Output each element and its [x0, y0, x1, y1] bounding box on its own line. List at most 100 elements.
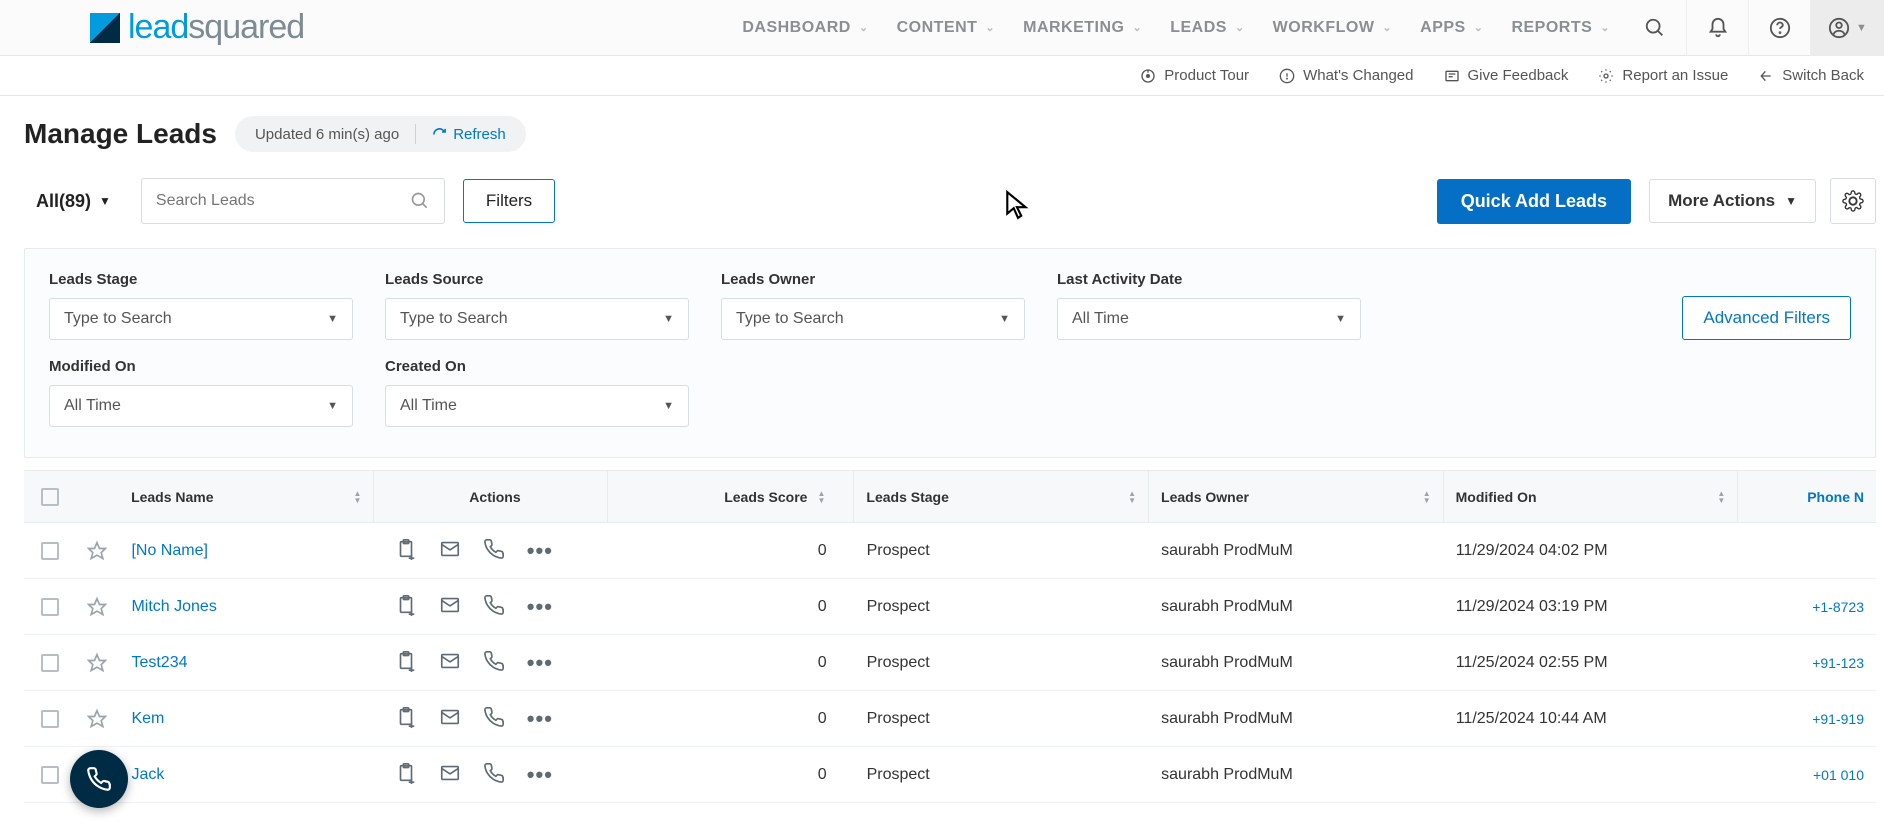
chevron-down-icon: ⌄: [1600, 21, 1610, 34]
refresh-button[interactable]: Refresh: [432, 126, 506, 143]
filter-select[interactable]: All Time▼: [1057, 298, 1361, 340]
lead-stage: Prospect: [855, 654, 1150, 672]
subbar-give-feedback[interactable]: Give Feedback: [1444, 67, 1569, 84]
mail-icon[interactable]: [439, 706, 461, 731]
lead-name-link[interactable]: Mitch Jones: [119, 598, 374, 616]
star-icon[interactable]: [75, 708, 119, 730]
col-leads-owner[interactable]: Leads Owner▲▼: [1149, 471, 1444, 523]
subbar-product-tour[interactable]: Product Tour: [1140, 67, 1249, 84]
col-phone[interactable]: Phone N: [1738, 489, 1876, 505]
chevron-down-icon: ▼: [663, 313, 674, 325]
lead-owner: saurabh ProdMuM: [1149, 654, 1444, 672]
filter-select[interactable]: Type to Search▼: [49, 298, 353, 340]
lead-score: 0: [609, 598, 855, 616]
row-checkbox[interactable]: [41, 654, 59, 672]
lead-stage: Prospect: [855, 766, 1150, 784]
chevron-down-icon: ▼: [1856, 22, 1867, 34]
subbar-what-s-changed[interactable]: What's Changed: [1279, 67, 1413, 84]
lead-name-link[interactable]: [No Name]: [119, 542, 374, 560]
star-icon[interactable]: [75, 540, 119, 562]
row-checkbox[interactable]: [41, 598, 59, 616]
chevron-down-icon: ⌄: [1382, 21, 1392, 34]
lead-name-link[interactable]: Jack: [119, 766, 374, 784]
nav-leads[interactable]: LEADS⌄: [1156, 0, 1258, 56]
filter-leads-owner: Leads OwnerType to Search▼: [721, 271, 1025, 340]
lead-score: 0: [609, 766, 855, 784]
lead-phone[interactable]: +01 010: [1738, 767, 1876, 783]
filter-select[interactable]: Type to Search▼: [721, 298, 1025, 340]
advanced-filters-button[interactable]: Advanced Filters: [1682, 296, 1851, 340]
row-checkbox[interactable]: [41, 710, 59, 728]
help-icon[interactable]: [1748, 0, 1810, 56]
subbar-switch-back[interactable]: Switch Back: [1758, 67, 1864, 84]
call-fab[interactable]: [70, 750, 128, 808]
table-row: Jack•••0Prospectsaurabh ProdMuM+01 010: [24, 747, 1876, 803]
nav-dashboard[interactable]: DASHBOARD⌄: [728, 0, 882, 56]
filter-select[interactable]: Type to Search▼: [385, 298, 689, 340]
lead-name-link[interactable]: Kem: [119, 710, 374, 728]
col-leads-score[interactable]: Leads Score▲▼: [608, 471, 854, 523]
more-actions-button[interactable]: More Actions▼: [1649, 179, 1816, 223]
sub-bar: Product Tour What's Changed Give Feedback R…: [0, 56, 1884, 96]
lead-phone[interactable]: +91-919: [1738, 711, 1876, 727]
logo[interactable]: leadsquared: [90, 8, 304, 47]
phone-icon[interactable]: [483, 538, 505, 563]
user-menu[interactable]: ▼: [1810, 0, 1884, 56]
clipboard-icon[interactable]: [395, 706, 417, 731]
chevron-down-icon: ⌄: [1235, 21, 1245, 34]
lead-phone[interactable]: +1-8723: [1738, 599, 1876, 615]
col-leads-stage[interactable]: Leads Stage▲▼: [854, 471, 1149, 523]
chevron-down-icon: ▼: [1785, 194, 1797, 208]
more-icon[interactable]: •••: [527, 714, 553, 724]
phone-icon[interactable]: [483, 594, 505, 619]
clipboard-icon[interactable]: [395, 538, 417, 563]
nav-reports[interactable]: REPORTS⌄: [1497, 0, 1624, 56]
clipboard-icon[interactable]: [395, 594, 417, 619]
more-icon[interactable]: •••: [527, 658, 553, 668]
lead-score: 0: [609, 710, 855, 728]
filters-button[interactable]: Filters: [463, 179, 555, 223]
lead-owner: saurabh ProdMuM: [1149, 710, 1444, 728]
select-all-checkbox[interactable]: [41, 488, 59, 506]
row-checkbox[interactable]: [41, 542, 59, 560]
lead-name-link[interactable]: Test234: [119, 654, 374, 672]
more-icon[interactable]: •••: [527, 602, 553, 612]
table-row: Test234•••0Prospectsaurabh ProdMuM11/25/…: [24, 635, 1876, 691]
phone-icon[interactable]: [483, 762, 505, 787]
nav-workflow[interactable]: WORKFLOW⌄: [1259, 0, 1406, 56]
mail-icon[interactable]: [439, 594, 461, 619]
lead-modified: 11/25/2024 02:55 PM: [1444, 654, 1739, 672]
nav-marketing[interactable]: MARKETING⌄: [1009, 0, 1156, 56]
chevron-down-icon: ⌄: [985, 21, 995, 34]
more-icon[interactable]: •••: [527, 546, 553, 556]
nav-content[interactable]: CONTENT⌄: [883, 0, 1010, 56]
more-icon[interactable]: •••: [527, 770, 553, 780]
star-icon[interactable]: [75, 596, 119, 618]
lead-phone[interactable]: +91-123: [1738, 655, 1876, 671]
mail-icon[interactable]: [439, 538, 461, 563]
filter-select[interactable]: All Time▼: [49, 385, 353, 427]
search-field[interactable]: [156, 192, 410, 210]
filter-select[interactable]: All Time▼: [385, 385, 689, 427]
chevron-down-icon: ▼: [327, 313, 338, 325]
view-selector[interactable]: All(89)▼: [24, 181, 123, 222]
mail-icon[interactable]: [439, 762, 461, 787]
col-modified-on[interactable]: Modified On▲▼: [1444, 471, 1739, 523]
clipboard-icon[interactable]: [395, 762, 417, 787]
nav-apps[interactable]: APPS⌄: [1406, 0, 1497, 56]
settings-button[interactable]: [1830, 178, 1876, 224]
filter-label: Leads Stage: [49, 271, 353, 288]
phone-icon[interactable]: [483, 650, 505, 675]
search-icon[interactable]: [1624, 0, 1686, 56]
bell-icon[interactable]: [1686, 0, 1748, 56]
quick-add-leads-button[interactable]: Quick Add Leads: [1437, 179, 1631, 224]
mail-icon[interactable]: [439, 650, 461, 675]
search-input[interactable]: [141, 178, 445, 224]
top-nav: leadsquared DASHBOARD⌄CONTENT⌄MARKETING⌄…: [0, 0, 1884, 56]
clipboard-icon[interactable]: [395, 650, 417, 675]
star-icon[interactable]: [75, 652, 119, 674]
phone-icon[interactable]: [483, 706, 505, 731]
subbar-report-an-issue[interactable]: Report an Issue: [1598, 67, 1728, 84]
col-leads-name[interactable]: Leads Name▲▼: [119, 471, 374, 523]
row-checkbox[interactable]: [41, 766, 59, 784]
